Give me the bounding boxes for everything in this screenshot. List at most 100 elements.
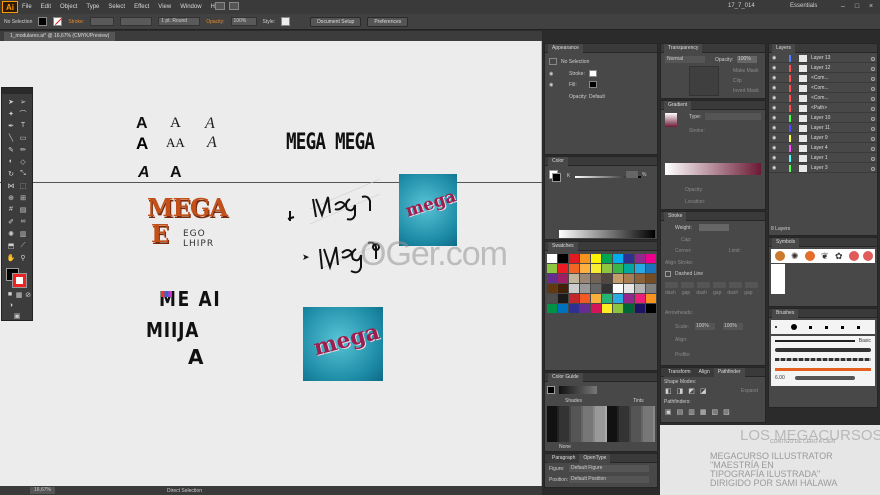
- symbol-selected[interactable]: [771, 264, 785, 294]
- fill-swatch[interactable]: [38, 17, 48, 26]
- stroke-swatch[interactable]: [53, 17, 63, 26]
- visibility-eye-icon[interactable]: ◉: [772, 145, 776, 151]
- weight-field[interactable]: [699, 224, 729, 231]
- target-circle-icon[interactable]: [871, 157, 875, 161]
- letter-a-italic[interactable]: A: [207, 134, 217, 152]
- trim-icon[interactable]: ▤: [677, 408, 684, 416]
- gradient-tab[interactable]: Gradient: [664, 101, 692, 110]
- eraser-icon[interactable]: ◇: [18, 157, 28, 166]
- swatch-item[interactable]: [646, 254, 656, 263]
- arrow-end-scale[interactable]: 100%: [723, 323, 743, 330]
- gap-field[interactable]: [681, 282, 694, 288]
- brush-stroke[interactable]: [795, 376, 855, 380]
- zoom-tool-icon[interactable]: ⚲: [18, 253, 28, 262]
- layer-name[interactable]: Layer 9: [811, 135, 828, 141]
- brush-dots[interactable]: [771, 320, 875, 334]
- swatch-item[interactable]: [602, 294, 612, 303]
- brush-item[interactable]: [841, 326, 844, 329]
- maximize-icon[interactable]: □: [850, 1, 864, 12]
- transparency-opacity-field[interactable]: 100%: [737, 56, 757, 63]
- swatch-item[interactable]: [613, 294, 623, 303]
- dashed-line-checkbox[interactable]: [665, 271, 671, 277]
- letter-a-bold[interactable]: A: [136, 115, 148, 133]
- clip-checkbox[interactable]: Clip: [733, 78, 742, 84]
- layer-name[interactable]: <Com...: [811, 95, 829, 101]
- swatch-item[interactable]: [591, 294, 601, 303]
- swatch-item[interactable]: [635, 304, 645, 313]
- layer-row[interactable]: ◉ Layer 10: [769, 114, 877, 123]
- swatch-item[interactable]: [646, 294, 656, 303]
- layer-row[interactable]: ◉ Layer 3: [769, 164, 877, 173]
- swatch-item[interactable]: [558, 284, 568, 293]
- symbol-item[interactable]: [775, 251, 785, 261]
- brush-stroke[interactable]: [775, 368, 871, 371]
- layers-tab[interactable]: Layers: [772, 44, 796, 53]
- visibility-eye-icon[interactable]: ◉: [772, 55, 776, 61]
- stroke-label[interactable]: Stroke:: [68, 19, 84, 25]
- ego-text[interactable]: EGO: [183, 229, 206, 239]
- hand-tool-icon[interactable]: ✋: [6, 253, 16, 262]
- expand-button[interactable]: Expand: [741, 388, 758, 394]
- swatch-item[interactable]: [646, 274, 656, 283]
- intersect-icon[interactable]: ◩: [688, 387, 695, 395]
- symbol-item[interactable]: ✿: [835, 251, 843, 262]
- dash-field[interactable]: [665, 282, 678, 288]
- gradient-slider[interactable]: [665, 163, 761, 175]
- minimize-icon[interactable]: –: [836, 1, 850, 12]
- swatch-item[interactable]: [569, 274, 579, 283]
- variable-width-profile[interactable]: [120, 17, 153, 26]
- swatch-item[interactable]: [580, 304, 590, 313]
- opentype-tab[interactable]: OpenType: [579, 454, 611, 463]
- dash-field[interactable]: [697, 282, 710, 288]
- layer-row[interactable]: ◉ Layer 9: [769, 134, 877, 143]
- menu-edit[interactable]: Edit: [41, 4, 51, 10]
- swatch-item[interactable]: [558, 264, 568, 273]
- brush-stroke[interactable]: [775, 340, 855, 342]
- graph-tool-icon[interactable]: ▥: [18, 229, 28, 238]
- blend-mode-select[interactable]: Normal: [665, 56, 705, 63]
- menu-window[interactable]: Window: [180, 4, 201, 10]
- type-tool-icon[interactable]: T: [18, 121, 28, 130]
- swatch-item[interactable]: [613, 274, 623, 283]
- gap-field[interactable]: [713, 282, 726, 288]
- arrange-documents-icon[interactable]: [229, 2, 239, 10]
- letter-a-heavy[interactable]: A: [136, 134, 148, 154]
- unite-icon[interactable]: ◧: [665, 387, 672, 395]
- outline-icon[interactable]: ▧: [712, 408, 719, 416]
- selection-tool-icon[interactable]: ➤: [6, 97, 16, 106]
- line-tool-icon[interactable]: ╲: [6, 133, 16, 142]
- letter-a-oblique[interactable]: A: [138, 164, 150, 182]
- scale-icon[interactable]: ⤡: [18, 169, 28, 178]
- brush-item[interactable]: [809, 326, 812, 329]
- gradient-type-select[interactable]: [705, 113, 761, 120]
- layer-row[interactable]: ◉ Layer 1: [769, 154, 877, 163]
- arrow-start-scale[interactable]: 100%: [695, 323, 715, 330]
- layer-row[interactable]: ◉ <Com...: [769, 74, 877, 83]
- symbol-item[interactable]: [805, 251, 815, 261]
- visibility-eye-icon[interactable]: ◉: [772, 155, 776, 161]
- slice-icon[interactable]: ⟋: [18, 241, 28, 250]
- appearance-fill-swatch[interactable]: [589, 81, 597, 88]
- graphic-style-swatch[interactable]: [281, 17, 291, 26]
- make-mask-button[interactable]: Make Mask: [733, 68, 759, 74]
- transform-tab[interactable]: Transform: [664, 368, 695, 377]
- swatch-item[interactable]: [558, 304, 568, 313]
- swatch-item[interactable]: [635, 254, 645, 263]
- swatch-item[interactable]: [613, 284, 623, 293]
- swatch-item[interactable]: [602, 304, 612, 313]
- swatch-item[interactable]: [547, 274, 557, 283]
- layer-name[interactable]: Layer 13: [811, 55, 830, 61]
- swatch-item[interactable]: [569, 284, 579, 293]
- swatch-item[interactable]: [569, 304, 579, 313]
- shades-grid[interactable]: [547, 406, 655, 442]
- swatch-item[interactable]: [591, 284, 601, 293]
- swatch-item[interactable]: [547, 254, 557, 263]
- appearance-stroke-label[interactable]: Stroke:: [569, 71, 585, 77]
- color-tab[interactable]: Color: [548, 157, 568, 166]
- exclude-icon[interactable]: ◪: [700, 387, 707, 395]
- swatch-item[interactable]: [635, 274, 645, 283]
- swatch-item[interactable]: [613, 304, 623, 313]
- stroke-weight-field[interactable]: [90, 17, 115, 26]
- rotate-icon[interactable]: ↻: [6, 169, 16, 178]
- target-circle-icon[interactable]: [871, 147, 875, 151]
